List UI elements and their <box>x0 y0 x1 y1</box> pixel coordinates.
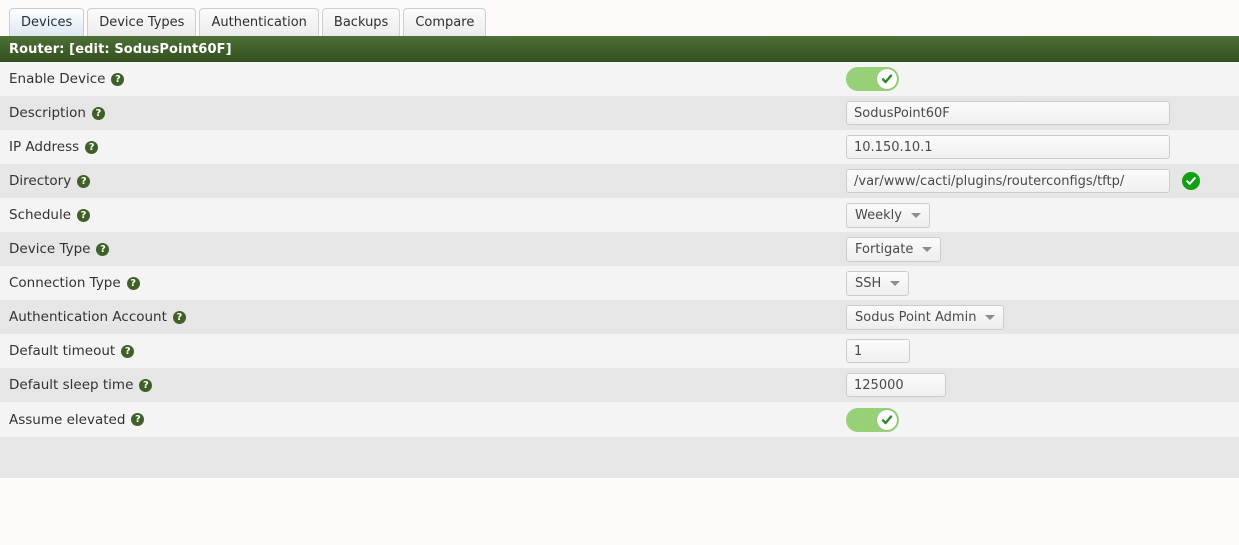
help-icon[interactable]: ? <box>131 413 145 426</box>
field-control-description <box>846 101 1170 125</box>
enable-device-toggle[interactable] <box>846 67 899 91</box>
field-label-text: Schedule <box>9 207 72 223</box>
directory-valid-check-icon <box>1182 172 1200 190</box>
authentication-account-select-value: Sodus Point Admin <box>855 309 977 325</box>
page-title: Router: [edit: SodusPoint60F] <box>9 41 232 57</box>
field-label-authentication-account: Authentication Account ? <box>0 309 846 325</box>
device-type-select-value: Fortigate <box>855 241 914 257</box>
help-icon[interactable]: ? <box>139 378 153 392</box>
connection-type-select[interactable]: SSH <box>846 270 910 296</box>
chevron-down-icon <box>910 212 921 218</box>
ip-address-input[interactable] <box>846 135 1170 159</box>
field-label-directory: Directory ? <box>0 173 846 189</box>
form-row-authentication-account: Authentication Account ? Sodus Point Adm… <box>0 300 1239 334</box>
check-icon <box>881 414 893 424</box>
tab-device-types[interactable]: Device Types <box>87 8 197 36</box>
field-label-text: Default timeout <box>9 343 116 359</box>
default-timeout-input[interactable] <box>846 339 910 363</box>
field-control-enable-device <box>846 67 899 91</box>
help-icon[interactable]: ? <box>96 242 110 256</box>
field-label-text: Description <box>9 105 86 121</box>
tab-bar: Devices Device Types Authentication Back… <box>0 0 1239 36</box>
tab-backups[interactable]: Backups <box>321 8 401 36</box>
field-label-schedule: Schedule ? <box>0 207 846 223</box>
field-label-text: Directory <box>9 173 72 189</box>
chevron-down-icon <box>890 280 901 286</box>
field-label-enable-device: Enable Device ? <box>0 71 846 87</box>
field-label-ip-address: IP Address ? <box>0 139 846 155</box>
chevron-down-icon <box>985 314 996 320</box>
field-label-connection-type: Connection Type ? <box>0 275 846 291</box>
form-row-device-type: Device Type ? Fortigate <box>0 232 1239 266</box>
field-label-text: IP Address <box>9 139 80 155</box>
field-control-assume-elevated <box>846 407 899 432</box>
tab-authentication[interactable]: Authentication <box>199 8 319 36</box>
chevron-down-icon <box>922 246 933 252</box>
field-label-text: Enable Device <box>9 71 106 87</box>
field-label-text: Device Type <box>9 241 91 257</box>
help-icon[interactable]: ? <box>85 140 99 154</box>
field-label-text: Assume elevated <box>9 411 126 428</box>
tab-label: Devices <box>21 15 73 30</box>
panel-title-bar: Router: [edit: SodusPoint60F] <box>0 36 1239 62</box>
form-row-default-timeout: Default timeout ? <box>0 334 1239 368</box>
field-label-text: Authentication Account <box>9 309 167 325</box>
connection-type-select-value: SSH <box>855 275 882 291</box>
form-row-schedule: Schedule ? Weekly <box>0 198 1239 232</box>
directory-input[interactable] <box>846 169 1170 193</box>
tab-devices[interactable]: Devices <box>9 8 85 36</box>
field-control-connection-type: SSH <box>846 270 910 296</box>
help-icon[interactable]: ? <box>77 174 91 188</box>
field-control-directory <box>846 169 1200 193</box>
toggle-knob <box>877 69 897 89</box>
field-label-default-sleep-time: Default sleep time ? <box>0 377 846 393</box>
device-edit-form: Enable Device ? Description ? IP Address… <box>0 62 1239 478</box>
field-control-ip-address <box>846 135 1170 159</box>
device-type-select[interactable]: Fortigate <box>846 236 942 262</box>
help-icon[interactable]: ? <box>91 106 105 120</box>
form-row-enable-device: Enable Device ? <box>0 62 1239 96</box>
tab-label: Backups <box>333 15 389 30</box>
form-row-default-sleep-time: Default sleep time ? <box>0 368 1239 402</box>
field-label-description: Description ? <box>0 105 846 121</box>
field-control-authentication-account: Sodus Point Admin <box>846 304 1005 330</box>
tab-label: Compare <box>415 15 475 30</box>
help-icon[interactable]: ? <box>77 208 91 222</box>
help-icon[interactable]: ? <box>126 276 140 290</box>
form-row-ip-address: IP Address ? <box>0 130 1239 164</box>
help-icon[interactable]: ? <box>111 72 125 86</box>
field-control-default-sleep-time <box>846 373 946 397</box>
schedule-select[interactable]: Weekly <box>846 202 930 228</box>
help-icon[interactable]: ? <box>121 344 135 358</box>
form-row-description: Description ? <box>0 96 1239 130</box>
tab-compare[interactable]: Compare <box>403 8 487 36</box>
field-control-device-type: Fortigate <box>846 236 942 262</box>
field-label-text: Connection Type <box>9 275 121 291</box>
form-row-directory: Directory ? <box>0 164 1239 198</box>
field-label-text: Default sleep time <box>9 377 134 393</box>
tab-label: Authentication <box>211 15 307 30</box>
field-control-default-timeout <box>846 339 910 363</box>
authentication-account-select[interactable]: Sodus Point Admin <box>846 304 1005 330</box>
assume-elevated-toggle[interactable] <box>846 407 899 432</box>
default-sleep-time-input[interactable] <box>846 373 946 397</box>
field-label-assume-elevated: Assume elevated ? <box>0 412 846 428</box>
schedule-select-value: Weekly <box>855 207 902 223</box>
help-icon[interactable]: ? <box>172 310 186 324</box>
tab-label: Device Types <box>99 15 185 30</box>
form-row-connection-type: Connection Type ? SSH <box>0 266 1239 300</box>
field-control-schedule: Weekly <box>846 202 930 228</box>
description-input[interactable] <box>846 101 1170 125</box>
field-label-default-timeout: Default timeout ? <box>0 343 846 359</box>
form-footer-spacer <box>0 437 1239 478</box>
field-label-device-type: Device Type ? <box>0 241 846 257</box>
check-icon <box>881 74 893 84</box>
form-row-assume-elevated: Assume elevated ? <box>0 402 1239 437</box>
toggle-knob <box>877 409 897 430</box>
